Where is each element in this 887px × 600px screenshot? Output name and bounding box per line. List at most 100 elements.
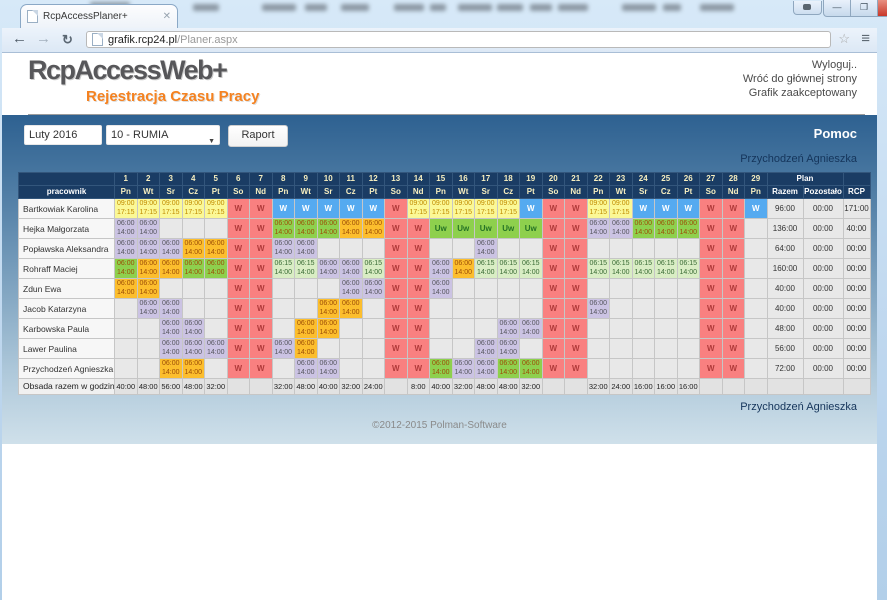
schedule-cell-shift[interactable]: 06:0014:00	[205, 259, 228, 279]
schedule-cell[interactable]	[160, 279, 183, 299]
schedule-cell-weekend[interactable]: W	[250, 219, 273, 239]
schedule-cell-weekend[interactable]: W	[227, 259, 250, 279]
schedule-cell-weekend[interactable]: W	[722, 279, 745, 299]
schedule-cell[interactable]	[115, 319, 138, 339]
schedule-cell-shift[interactable]: 06:1514:00	[272, 259, 295, 279]
schedule-cell[interactable]	[340, 239, 363, 259]
schedule-cell[interactable]	[452, 299, 475, 319]
schedule-cell[interactable]	[295, 299, 318, 319]
schedule-cell[interactable]	[317, 239, 340, 259]
schedule-cell[interactable]	[182, 279, 205, 299]
schedule-cell-shift[interactable]: 06:0014:00	[295, 319, 318, 339]
schedule-cell-shift[interactable]: 06:0014:00	[272, 239, 295, 259]
schedule-cell-weekend[interactable]: W	[227, 239, 250, 259]
schedule-cell-weekend[interactable]: W	[385, 299, 408, 319]
schedule-cell[interactable]	[587, 359, 610, 379]
schedule-cell-weekend[interactable]: W	[385, 199, 408, 219]
schedule-cell-shift[interactable]: 06:1514:00	[475, 259, 498, 279]
schedule-cell[interactable]	[587, 319, 610, 339]
schedule-cell-shift[interactable]: 06:0014:00	[317, 219, 340, 239]
logout-link[interactable]: Wyloguj..	[743, 58, 857, 72]
schedule-cell-shift[interactable]: 06:0014:00	[115, 239, 138, 259]
schedule-cell-free-day[interactable]: W	[317, 199, 340, 219]
schedule-cell-weekend[interactable]: W	[565, 299, 588, 319]
schedule-cell-weekend[interactable]: W	[542, 219, 565, 239]
schedule-cell-weekend[interactable]: W	[250, 199, 273, 219]
schedule-cell-weekend[interactable]: W	[700, 359, 723, 379]
schedule-cell[interactable]	[745, 219, 768, 239]
schedule-cell[interactable]	[137, 359, 160, 379]
schedule-cell-shift[interactable]: 06:0014:00	[340, 259, 363, 279]
schedule-cell-weekend[interactable]: W	[722, 239, 745, 259]
schedule-cell-weekend[interactable]: W	[565, 219, 588, 239]
schedule-cell[interactable]	[610, 239, 633, 259]
schedule-cell-weekend[interactable]: W	[542, 199, 565, 219]
schedule-cell-weekend[interactable]: W	[227, 279, 250, 299]
schedule-cell[interactable]	[317, 339, 340, 359]
schedule-cell[interactable]	[520, 279, 543, 299]
schedule-cell-vacation[interactable]: Uw	[497, 219, 520, 239]
schedule-cell-shift[interactable]: 06:0014:00	[182, 259, 205, 279]
schedule-cell-shift[interactable]: 06:1514:00	[587, 259, 610, 279]
schedule-cell-shift[interactable]: 06:0014:00	[137, 279, 160, 299]
schedule-cell[interactable]	[295, 279, 318, 299]
schedule-cell-shift[interactable]: 06:0014:00	[272, 219, 295, 239]
schedule-cell[interactable]	[677, 319, 700, 339]
schedule-cell[interactable]	[160, 219, 183, 239]
schedule-cell[interactable]	[520, 339, 543, 359]
schedule-cell[interactable]	[610, 359, 633, 379]
schedule-cell-shift[interactable]: 06:0014:00	[137, 239, 160, 259]
schedule-cell-weekend[interactable]: W	[565, 199, 588, 219]
schedule-cell-shift[interactable]: 06:0014:00	[295, 219, 318, 239]
schedule-cell[interactable]	[745, 279, 768, 299]
schedule-cell-weekend[interactable]: W	[700, 219, 723, 239]
schedule-cell[interactable]	[340, 339, 363, 359]
schedule-cell-shift[interactable]: 06:0014:00	[587, 219, 610, 239]
schedule-cell-free-day[interactable]: W	[272, 199, 295, 219]
schedule-cell[interactable]	[430, 299, 453, 319]
schedule-cell[interactable]	[475, 319, 498, 339]
schedule-cell[interactable]	[272, 319, 295, 339]
schedule-cell-free-day[interactable]: W	[520, 199, 543, 219]
schedule-cell-shift[interactable]: 06:0014:00	[340, 219, 363, 239]
schedule-cell[interactable]	[317, 279, 340, 299]
schedule-cell[interactable]	[272, 299, 295, 319]
schedule-cell-shift[interactable]: 06:0014:00	[520, 359, 543, 379]
schedule-cell[interactable]	[655, 299, 678, 319]
schedule-cell-weekend[interactable]: W	[565, 259, 588, 279]
schedule-cell[interactable]	[655, 359, 678, 379]
schedule-cell[interactable]	[205, 219, 228, 239]
schedule-cell[interactable]	[632, 299, 655, 319]
schedule-cell[interactable]	[677, 359, 700, 379]
tab-close-icon[interactable]: ✕	[163, 11, 171, 22]
schedule-cell-shift[interactable]: 06:0014:00	[115, 219, 138, 239]
schedule-cell-weekend[interactable]: W	[407, 359, 430, 379]
schedule-cell-shift[interactable]: 09:0017:15	[137, 199, 160, 219]
schedule-cell-shift[interactable]: 06:0014:00	[182, 319, 205, 339]
schedule-cell[interactable]	[632, 239, 655, 259]
schedule-cell-shift[interactable]: 06:0014:00	[677, 219, 700, 239]
bookmark-star-icon[interactable]: ☆	[838, 31, 850, 47]
schedule-cell-shift[interactable]: 06:0014:00	[452, 359, 475, 379]
schedule-cell-shift[interactable]: 06:0014:00	[205, 339, 228, 359]
schedule-cell-vacation[interactable]: Uw	[520, 219, 543, 239]
back-button[interactable]: ←	[12, 30, 27, 47]
schedule-cell[interactable]	[497, 299, 520, 319]
schedule-cell-weekend[interactable]: W	[385, 359, 408, 379]
schedule-cell[interactable]	[340, 319, 363, 339]
schedule-cell-weekend[interactable]: W	[722, 359, 745, 379]
schedule-cell[interactable]	[430, 319, 453, 339]
schedule-cell-weekend[interactable]: W	[250, 279, 273, 299]
month-input[interactable]: Luty 2016	[24, 125, 102, 145]
schedule-cell[interactable]	[677, 299, 700, 319]
schedule-cell-shift[interactable]: 09:0017:15	[452, 199, 475, 219]
schedule-cell-shift[interactable]: 06:0014:00	[340, 299, 363, 319]
profile-button[interactable]	[793, 1, 822, 15]
schedule-cell-weekend[interactable]: W	[227, 339, 250, 359]
window-maximize-button[interactable]: ❐	[850, 0, 878, 17]
schedule-cell-vacation[interactable]: Uw	[452, 219, 475, 239]
schedule-cell[interactable]	[362, 359, 385, 379]
schedule-cell-free-day[interactable]: W	[362, 199, 385, 219]
schedule-cell-weekend[interactable]: W	[227, 319, 250, 339]
schedule-cell-weekend[interactable]: W	[385, 219, 408, 239]
